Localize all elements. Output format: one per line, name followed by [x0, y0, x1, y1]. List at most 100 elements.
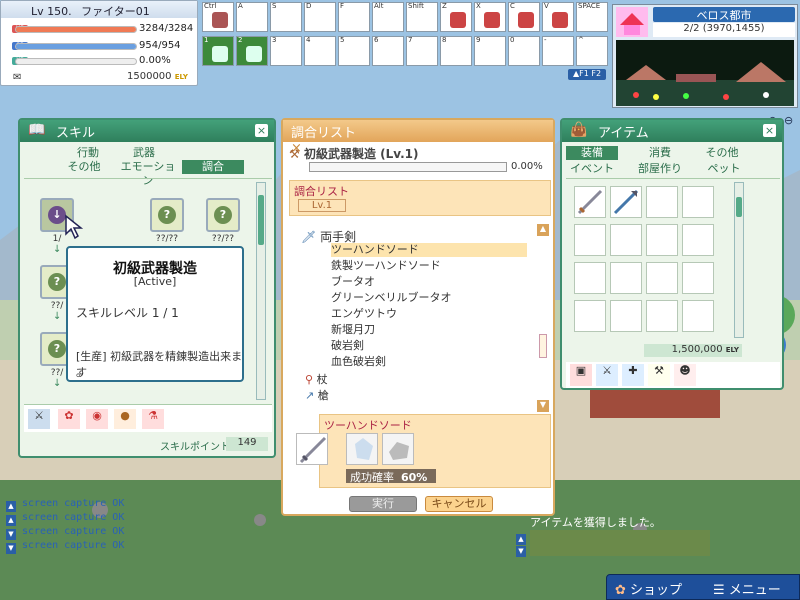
inventory-slot[interactable] [682, 224, 714, 256]
inventory-slot[interactable] [610, 186, 642, 218]
scroll-up-icon[interactable]: ▲ [537, 224, 549, 236]
hotkey-slot-5[interactable]: 5 [338, 36, 370, 66]
menu-button[interactable]: ☰ メニュー [713, 579, 781, 598]
hotkey-slot-s[interactable]: S [270, 2, 302, 32]
hotkey-slot-f[interactable]: F [338, 2, 370, 32]
hotkey-slot-alt[interactable]: Alt [372, 2, 404, 32]
zoom-out-icon[interactable]: ⊖ [784, 114, 793, 127]
hotbar-page-switch[interactable]: ▲F1 F2 [568, 69, 606, 80]
inventory-slot[interactable] [574, 186, 606, 218]
sword-icon[interactable]: ⚔ [596, 364, 618, 386]
tab-emotion[interactable]: エモーション [116, 160, 180, 187]
chat-scroll-up-icon[interactable]: ▲ [6, 515, 16, 526]
item-window-titlebar[interactable]: 👜 アイテム × [562, 120, 782, 142]
enchant-icon[interactable]: ✚ [622, 364, 644, 386]
hotkey-slot-caret[interactable]: ^ [576, 36, 608, 66]
recipe-scroll-thumb[interactable] [539, 334, 547, 358]
recipe-item[interactable]: 鉄製ツーハンドソード [331, 259, 527, 273]
inventory-slot[interactable] [646, 224, 678, 256]
skill-window-titlebar[interactable]: 📖 スキル × [20, 120, 274, 142]
hotkey-slot-space[interactable]: SPACE [576, 2, 608, 32]
hotkey-slot-z[interactable]: Z [440, 2, 472, 32]
hotkey-slot-8[interactable]: 8 [440, 36, 472, 66]
town-icon[interactable] [616, 7, 648, 37]
category-spear[interactable]: ↗ 槍 [305, 387, 329, 403]
close-icon[interactable]: × [763, 124, 776, 137]
inventory-slot[interactable] [646, 300, 678, 332]
inventory-slot[interactable] [646, 262, 678, 294]
map-title: ベロス都市 [653, 7, 795, 22]
close-icon[interactable]: × [255, 124, 268, 137]
category-staff[interactable]: ⚲ 杖 [305, 371, 328, 387]
recipe-item[interactable]: 血色破岩剣 [331, 355, 527, 369]
cancel-button[interactable]: キャンセル [425, 496, 493, 512]
shop-button[interactable]: ✿ ショップ [615, 579, 682, 598]
pet-icon[interactable]: ☻ [674, 364, 696, 386]
hotkey-slot-2[interactable]: 2 [236, 36, 268, 66]
inventory-slot[interactable] [610, 224, 642, 256]
chat-scroll-bottom-icon[interactable]: ▼ [6, 543, 16, 554]
hotkey-slot-v[interactable]: V [542, 2, 574, 32]
hotkey-slot-shift[interactable]: Shift [406, 2, 438, 32]
inventory-slot[interactable] [574, 224, 606, 256]
crafting-window-titlebar[interactable]: 調合リスト × [283, 120, 553, 156]
gem-icon[interactable]: ◉ [86, 409, 108, 429]
food-icon[interactable]: ● [114, 409, 136, 429]
hotkey-slot-7[interactable]: 7 [406, 36, 438, 66]
notice-scroll-up-icon[interactable]: ▲ [516, 534, 526, 545]
hotkey-slot-6[interactable]: 6 [372, 36, 404, 66]
notice-scroll-down-icon[interactable]: ▼ [516, 546, 526, 557]
skill-scrollbar[interactable] [256, 182, 266, 400]
hotkey-slot-3[interactable]: 3 [270, 36, 302, 66]
hotkey-slot-a[interactable]: A [236, 2, 268, 32]
inventory-slot[interactable] [646, 186, 678, 218]
chat-scroll-top-icon[interactable]: ▲ [6, 501, 16, 512]
inventory-slot[interactable] [574, 262, 606, 294]
tab-action[interactable]: 行動 [68, 146, 108, 160]
hotkey-slot-minus[interactable]: - [542, 36, 574, 66]
tab-other[interactable]: その他 [60, 160, 108, 174]
inventory-slot[interactable] [610, 300, 642, 332]
inventory-scrollbar[interactable] [734, 182, 744, 338]
tab-weapon[interactable]: 武器 [124, 146, 164, 160]
tab-equipment[interactable]: 装備 [566, 146, 618, 160]
hotkey-slot-9[interactable]: 9 [474, 36, 506, 66]
inventory-slot[interactable] [682, 186, 714, 218]
chest-icon[interactable]: ▣ [570, 364, 592, 386]
hotkey-slot-4[interactable]: 4 [304, 36, 336, 66]
tab-room[interactable]: 部屋作り [632, 162, 688, 176]
skill-icon-unknown[interactable]: ? [150, 198, 184, 232]
minimap-view[interactable] [616, 40, 794, 106]
execute-button[interactable]: 実行 [349, 496, 417, 512]
hotkey-slot-c[interactable]: C [508, 2, 540, 32]
recipe-item[interactable]: エンゲツトウ [331, 307, 527, 321]
repair-icon[interactable]: ⚒ [648, 364, 670, 386]
recipe-item[interactable]: 破岩剣 [331, 339, 527, 353]
tab-etc[interactable]: その他 [698, 146, 746, 160]
craft-list-level[interactable]: Lv.1 [298, 199, 346, 212]
tab-pet[interactable]: ペット [700, 162, 748, 176]
hotkey-slot-ctrl[interactable]: Ctrl [202, 2, 234, 32]
recipe-item[interactable]: グリーンベリルブータオ [331, 291, 527, 305]
recipe-item[interactable]: ツーハンドソード [331, 243, 527, 257]
tab-craft[interactable]: 調合 [182, 160, 244, 174]
inventory-slot[interactable] [574, 300, 606, 332]
inventory-slot[interactable] [682, 300, 714, 332]
inventory-slot[interactable] [682, 262, 714, 294]
tab-consumable[interactable]: 消費 [636, 146, 684, 160]
hotkey-slot-0[interactable]: 0 [508, 36, 540, 66]
hotkey-slot-d[interactable]: D [304, 2, 336, 32]
potion-icon[interactable]: ⚗ [142, 409, 164, 429]
chat-scroll-down-icon[interactable]: ▼ [6, 529, 16, 540]
inventory-slot[interactable] [610, 262, 642, 294]
hotkey-slot-1[interactable]: 1 [202, 36, 234, 66]
skill-icon-unknown[interactable]: ? [206, 198, 240, 232]
craft-icon[interactable]: ✿ [58, 409, 80, 429]
tab-event[interactable]: イベント [566, 162, 618, 176]
sword-icon[interactable]: ⚔ [28, 409, 50, 429]
recipe-item[interactable]: ブータオ [331, 275, 527, 289]
recipe-item[interactable]: 新堰月刀 [331, 323, 527, 337]
scroll-down-icon[interactable]: ▼ [537, 400, 549, 412]
hotkey-slot-x[interactable]: X [474, 2, 506, 32]
mail-icon[interactable]: ✉ [13, 72, 21, 83]
